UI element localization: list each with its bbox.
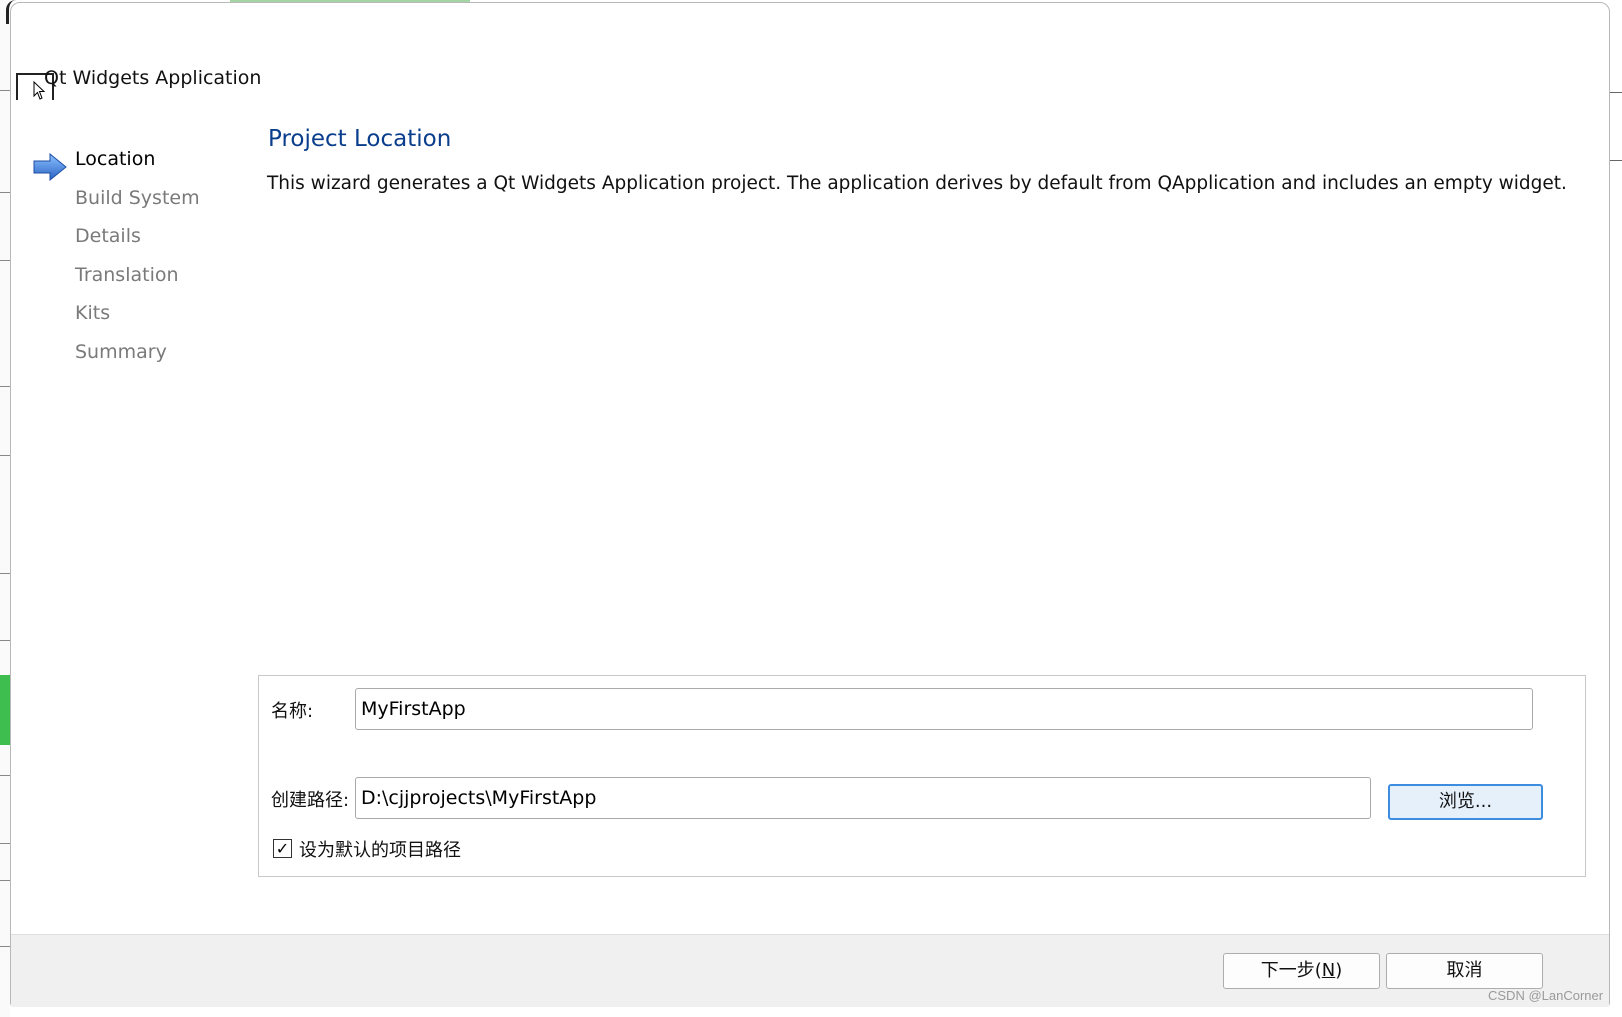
next-button[interactable]: 下一步(N) <box>1223 953 1380 989</box>
step-kits: Kits <box>75 302 111 324</box>
checkmark-icon: ✓ <box>275 839 290 858</box>
step-details: Details <box>75 225 141 247</box>
next-button-label: 下一步( <box>1260 960 1322 981</box>
step-build-system: Build System <box>75 187 200 209</box>
step-translation: Translation <box>75 264 179 286</box>
step-summary: Summary <box>75 341 167 363</box>
background-window-edge <box>0 0 10 1017</box>
background-tick <box>0 880 10 881</box>
cancel-button[interactable]: 取消 <box>1386 953 1543 989</box>
right-arrow-icon <box>33 153 67 181</box>
default-path-checkbox-label[interactable]: 设为默认的项目路径 <box>299 836 461 862</box>
background-tick <box>0 573 10 574</box>
background-tick <box>0 386 10 387</box>
background-tick <box>0 843 10 844</box>
background-tick <box>0 90 10 91</box>
background-tick <box>0 192 10 193</box>
background-tick <box>0 775 10 776</box>
default-path-checkbox[interactable]: ✓ <box>273 839 292 858</box>
new-project-wizard-dialog: Qt Widgets Application Location Build Sy… <box>10 2 1610 1007</box>
background-tick <box>0 640 10 641</box>
background-tick <box>0 946 10 947</box>
path-label: 创建路径: <box>271 790 350 811</box>
page-title: Project Location <box>268 126 452 152</box>
background-tick <box>0 260 10 261</box>
next-button-mnemonic: N <box>1321 960 1336 981</box>
project-location-form: 名称: 创建路径: 浏览... ✓ 设为默认的项目路径 <box>258 675 1586 877</box>
browse-button[interactable]: 浏览... <box>1388 784 1543 820</box>
page-description: This wizard generates a Qt Widgets Appli… <box>267 173 1567 194</box>
background-tick <box>0 455 10 456</box>
wizard-title: Qt Widgets Application <box>44 67 262 89</box>
name-label: 名称: <box>271 701 314 722</box>
next-button-label-suffix: ) <box>1335 960 1343 981</box>
project-path-input[interactable] <box>355 777 1371 819</box>
wizard-footer: 下一步(N) 取消 <box>11 934 1609 1007</box>
step-location: Location <box>75 148 156 170</box>
watermark: CSDN @LanCorner <box>1488 988 1604 1003</box>
background-tick <box>1610 160 1622 161</box>
background-tick <box>1610 92 1622 93</box>
project-name-input[interactable] <box>355 688 1533 730</box>
